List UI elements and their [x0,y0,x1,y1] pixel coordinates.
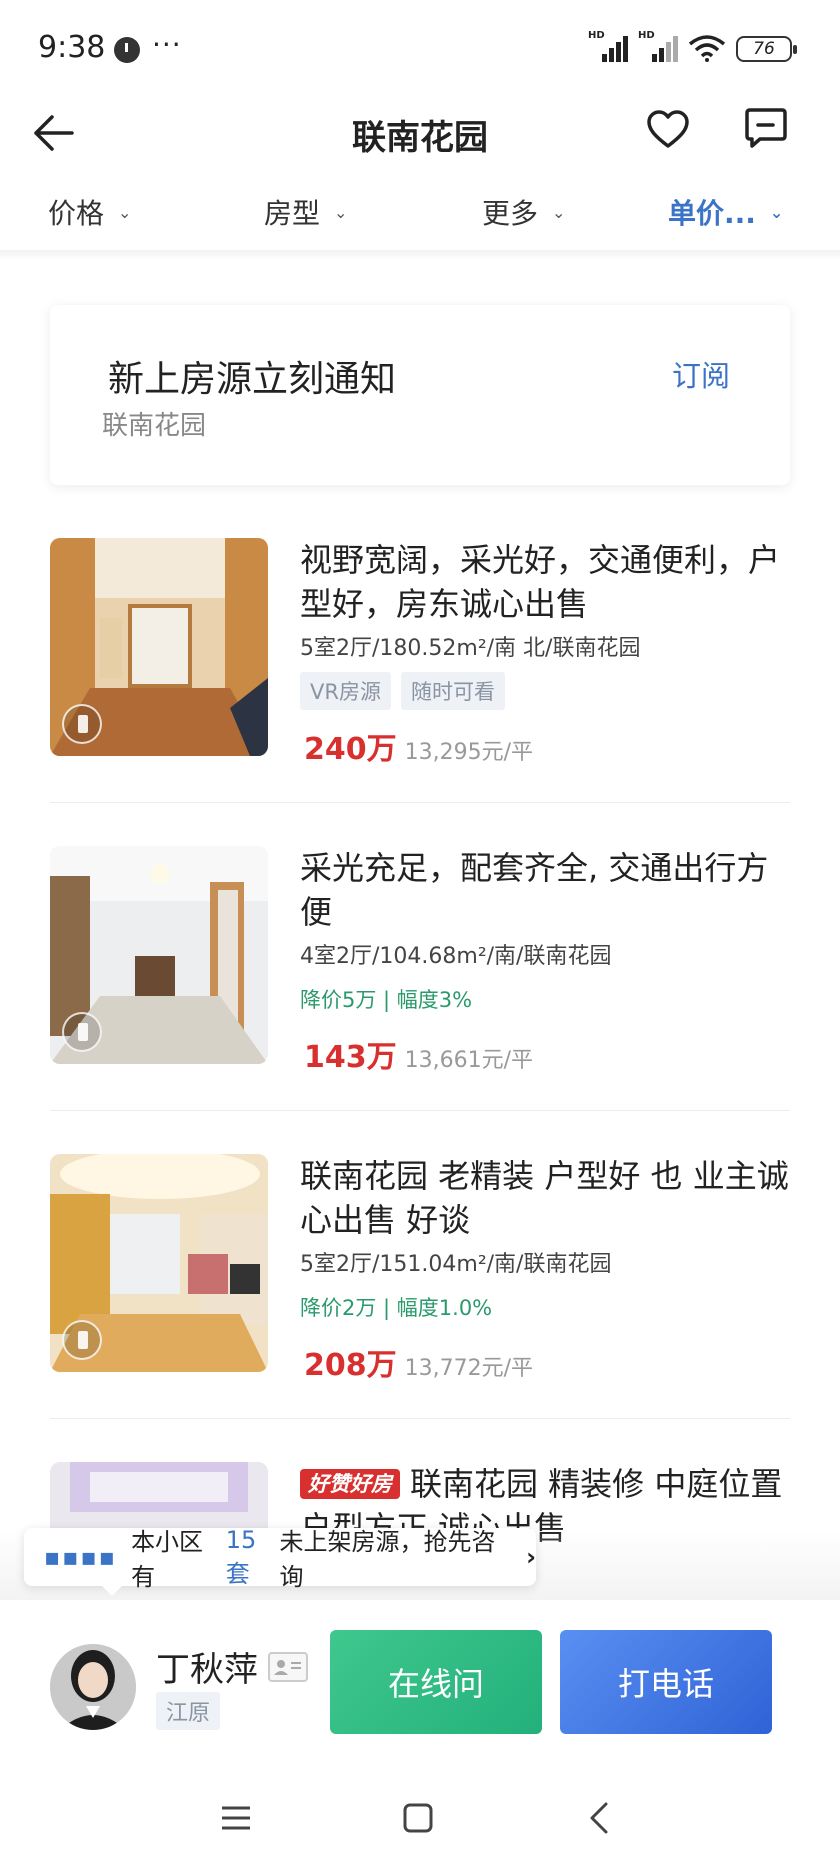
system-nav-bar [0,1770,840,1869]
call-button[interactable]: 打电话 [560,1630,772,1734]
chat-online-button[interactable]: 在线问 [330,1630,542,1734]
favorite-heart-icon[interactable] [646,108,690,152]
menu-icon[interactable] [218,1800,254,1836]
home-icon[interactable] [400,1800,436,1836]
filter-more[interactable]: 更多 ⌄ [482,192,565,232]
unit-price: 13,295元/平 [404,740,534,765]
unlisted-houses-tip[interactable]: ▪▪▪▪ 本小区有 15套 未上架房源，抢先咨询 › [24,1525,536,1596]
hd-label-2: HD [638,30,655,41]
listing-item[interactable]: 联南花园 老精装 户型好 也 业主诚心出售 好谈 5室2厅/151.04m²/南… [50,1154,790,1424]
listing-item[interactable]: 采光充足，配套齐全, 交通出行方便 4室2厅/104.68m²/南/联南花园 降… [50,846,790,1116]
agent-name: 丁秋萍 [156,1650,258,1690]
price-drop-info: 降价5万 | 幅度3% [300,988,473,1012]
unit-price: 13,772元/平 [404,1356,534,1381]
good-house-badge: 好赞好房 [300,1469,400,1499]
signal-icon: HD [588,30,628,62]
tip-count: 15套 [225,1525,257,1588]
tip-prefix: 本小区有 [131,1528,204,1591]
listing-divider [50,1110,790,1111]
listing-title: 视野宽阔，采光好，交通便利，户型好，房东诚心出售 [300,541,781,623]
status-time: 9:38 [38,30,106,65]
chevron-down-icon: ⌄ [552,202,566,222]
wifi-icon [688,35,726,62]
chevron-down-icon: ⌄ [334,202,348,222]
agent-bar: 丁秋萍 江原 在线问 打电话 [0,1600,840,1770]
subscribe-subtitle: 联南花园 [102,411,207,441]
filter-label: 房型 [264,197,321,230]
listing-title: 联南花园 老精装 户型好 也 业主诚心出售 好谈 [300,1157,789,1239]
vr-icon [62,1320,102,1360]
listing-divider [50,1418,790,1419]
listing-item[interactable]: 视野宽阔，采光好，交通便利，户型好，房东诚心出售 5室2厅/180.52m²/南… [50,538,790,808]
filter-label: 单价... [668,197,756,230]
listing-divider [50,802,790,803]
listing-price: 208万 13,772元/平 [304,1340,533,1384]
subscribe-card: 新上房源立刻通知 联南花园 订阅 [50,305,790,485]
dots-icon: ▪▪▪▪ [44,1543,118,1571]
chevron-down-icon: ⌄ [118,202,132,222]
nav-bar: 联南花园 [0,100,840,190]
clock-notification-icon [114,37,140,63]
back-icon[interactable] [582,1800,618,1836]
listing-photo[interactable] [50,538,268,756]
listing-title: 采光充足，配套齐全, 交通出行方便 [300,849,769,931]
listing-price: 143万 13,661元/平 [304,1032,533,1076]
vr-icon [62,704,102,744]
total-price: 208万 [304,1348,397,1383]
filter-label: 价格 [48,197,105,230]
message-icon[interactable] [744,106,788,150]
tag-vr: VR房源 [300,672,391,710]
business-card-icon[interactable] [268,1652,308,1682]
battery-icon: 76 [736,36,797,62]
listing-tags: VR房源 随时可看 [300,672,505,710]
filter-price[interactable]: 价格 ⌄ [48,192,131,232]
filter-bar: 价格 ⌄ 房型 ⌄ 更多 ⌄ 单价... ⌄ [0,192,840,248]
subscribe-title: 新上房源立刻通知 [108,359,397,400]
listing-price: 240万 13,295元/平 [304,724,533,768]
chevron-right-icon: › [526,1543,536,1571]
chevron-down-icon: ⌄ [769,202,784,222]
filter-room-type[interactable]: 房型 ⌄ [264,192,347,232]
filter-unit-price[interactable]: 单价... ⌄ [668,192,783,232]
vr-icon [62,1012,102,1052]
hd-label: HD [588,30,605,41]
signal-icon-2: HD [638,30,678,62]
total-price: 143万 [304,1040,397,1075]
listing-meta: 5室2厅/180.52m²/南 北/联南花园 [300,636,641,661]
status-icons: HD HD 76 [588,30,797,62]
status-bar: 9:38 ··· HD HD 76 [0,0,840,100]
listing-meta: 4室2厅/104.68m²/南/联南花园 [300,944,612,969]
price-drop-info: 降价2万 | 幅度1.0% [300,1296,493,1320]
filter-label: 更多 [482,197,539,230]
subscribe-button[interactable]: 订阅 [672,353,730,395]
agent-company: 江原 [156,1692,221,1730]
filter-divider [0,250,840,260]
tip-suffix: 未上架房源，抢先咨询 [279,1528,496,1591]
page-title: 联南花园 [352,118,488,158]
listing-photo[interactable] [50,1154,268,1372]
agent-avatar[interactable] [50,1644,136,1730]
tag-anytime: 随时可看 [400,672,505,710]
unit-price: 13,661元/平 [404,1048,534,1073]
total-price: 240万 [304,732,397,767]
listing-meta: 5室2厅/151.04m²/南/联南花园 [300,1252,612,1277]
listing-photo[interactable] [50,846,268,1064]
status-more-icon: ··· [152,28,182,61]
